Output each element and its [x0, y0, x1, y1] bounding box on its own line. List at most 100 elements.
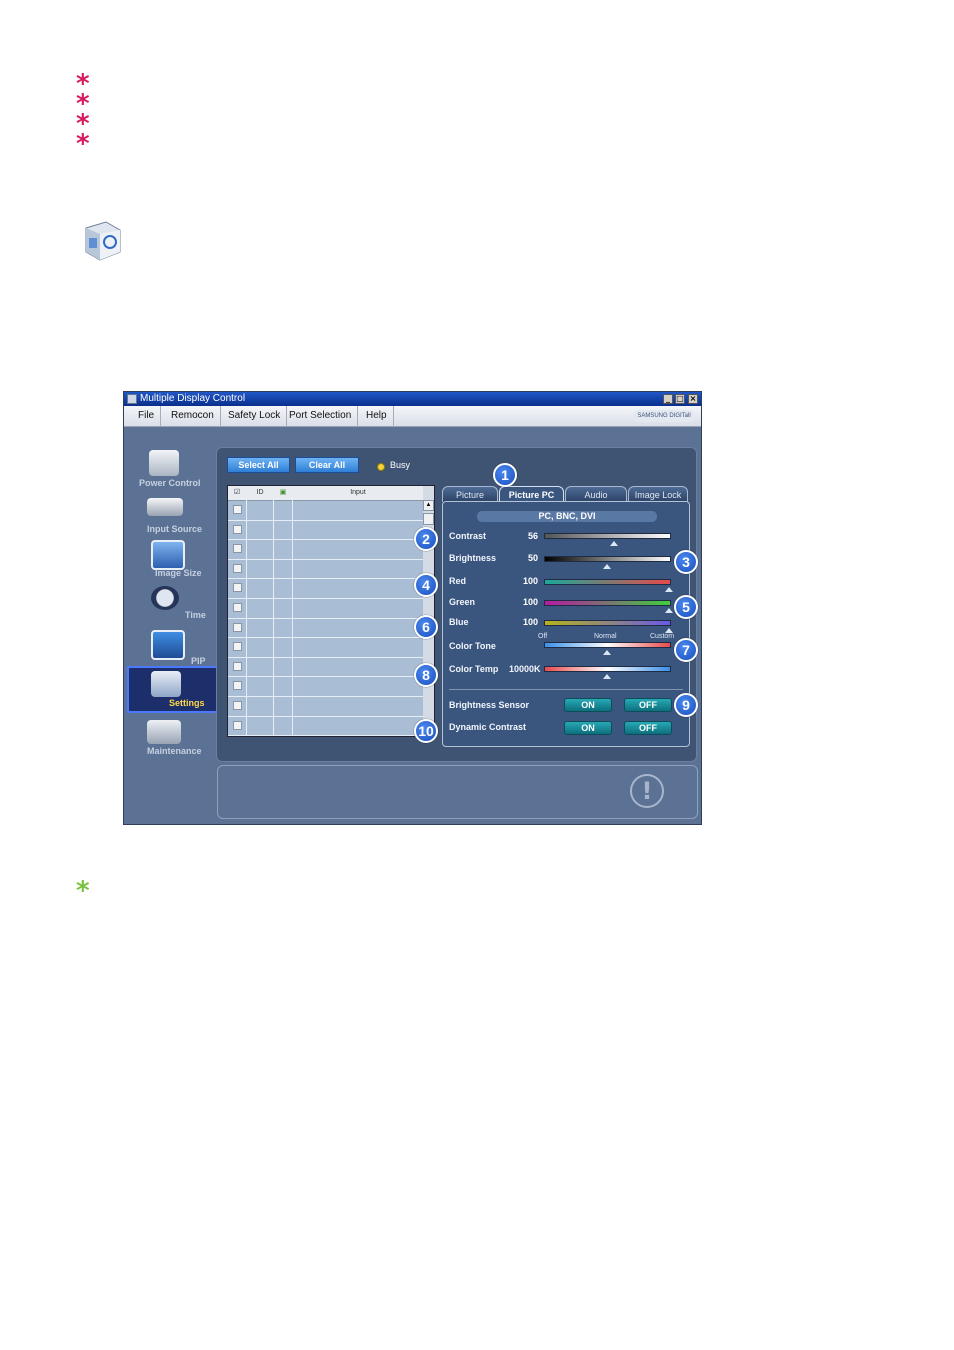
column-status-icon: ▣ [274, 486, 293, 500]
row-checkbox[interactable] [233, 583, 242, 593]
callout-1: 1 [493, 463, 517, 487]
tab-image-lock[interactable]: Image Lock [628, 486, 688, 502]
brightness-value: 50 [527, 553, 538, 563]
color-temp-label: Color Temp [449, 664, 499, 674]
brightness-sensor-off-button[interactable]: OFF [624, 698, 672, 712]
row-checkbox[interactable] [233, 563, 242, 573]
brightness-sensor-on-button[interactable]: ON [564, 698, 612, 712]
table-row[interactable] [228, 657, 423, 678]
display-grid: ☑ ID ▣ Input ▲ [227, 485, 435, 737]
blue-label: Blue [449, 617, 469, 627]
row-checkbox[interactable] [233, 642, 242, 652]
table-row[interactable] [228, 716, 423, 737]
color-tone-slider[interactable] [544, 642, 671, 648]
pip-icon [151, 630, 185, 660]
nav-label: Power Control [139, 478, 201, 488]
red-slider-thumb[interactable] [665, 587, 673, 592]
scroll-thumb[interactable] [423, 513, 434, 525]
row-checkbox[interactable] [233, 701, 242, 710]
note-asterisk: * [76, 876, 90, 906]
menu-remocon[interactable]: Remocon [165, 406, 221, 426]
blue-slider[interactable] [544, 620, 671, 626]
nav-label: Time [185, 610, 206, 620]
table-row[interactable] [228, 500, 423, 521]
color-tone-slider-thumb[interactable] [603, 650, 611, 655]
callout-10: 10 [414, 719, 438, 743]
red-label: Red [449, 576, 467, 586]
nav-label: Settings [169, 698, 205, 708]
asterisk-bullet: * [76, 129, 90, 159]
select-all-button[interactable]: Select All [227, 457, 290, 473]
menu-port-selection[interactable]: Port Selection [283, 406, 359, 426]
tab-picture[interactable]: Picture [442, 486, 498, 502]
table-row[interactable] [228, 520, 423, 541]
contrast-slider[interactable] [544, 533, 671, 539]
image-size-icon [151, 540, 185, 570]
minimize-button[interactable]: _ [663, 394, 673, 404]
row-checkbox[interactable] [233, 661, 242, 671]
maintenance-icon [147, 720, 181, 744]
table-row[interactable] [228, 598, 423, 619]
row-checkbox[interactable] [233, 622, 242, 632]
grid-scrollbar[interactable]: ▲ [423, 486, 434, 736]
clock-icon [151, 586, 179, 610]
menu-help[interactable]: Help [360, 406, 394, 426]
table-row[interactable] [228, 637, 423, 658]
nav-power-control[interactable]: Power Control [129, 448, 217, 492]
menu-file[interactable]: File [132, 406, 162, 426]
brightness-sensor-label: Brightness Sensor [449, 700, 530, 710]
app-window: Multiple Display Control _ □ × File Remo… [123, 391, 702, 825]
menu-safety-lock[interactable]: Safety Lock [222, 406, 288, 426]
close-button[interactable]: × [688, 394, 698, 404]
callout-8: 8 [414, 663, 438, 687]
blue-value: 100 [522, 617, 538, 627]
green-slider-thumb[interactable] [665, 608, 673, 613]
select-all-checkbox[interactable]: ☑ [228, 486, 247, 500]
brightness-slider[interactable] [544, 556, 671, 562]
brightness-slider-thumb[interactable] [602, 564, 611, 569]
table-row[interactable] [228, 676, 423, 697]
table-row[interactable] [228, 618, 423, 639]
contrast-value: 56 [527, 531, 538, 541]
nav-label: Input Source [147, 524, 203, 534]
table-row[interactable] [228, 578, 423, 599]
row-checkbox[interactable] [233, 505, 242, 514]
tab-audio[interactable]: Audio [565, 486, 627, 502]
dynamic-contrast-label: Dynamic Contrast [449, 722, 527, 732]
color-temp-slider-thumb[interactable] [602, 674, 611, 679]
callout-2: 2 [414, 527, 438, 551]
menu-bar: File Remocon Safety Lock Port Selection … [124, 406, 701, 427]
column-input: Input [350, 489, 366, 496]
maximize-button[interactable]: □ [675, 394, 685, 404]
red-slider[interactable] [544, 579, 671, 585]
nav-settings[interactable]: Settings [127, 666, 219, 713]
app-icon [127, 394, 137, 404]
callout-7: 7 [674, 638, 698, 662]
tab-picture-pc[interactable]: Picture PC [499, 486, 564, 502]
row-checkbox[interactable] [233, 720, 242, 730]
nav-maintenance[interactable]: Maintenance [129, 718, 217, 762]
row-checkbox[interactable] [233, 544, 242, 554]
dynamic-contrast-off-button[interactable]: OFF [624, 721, 672, 735]
nav-time[interactable]: Time [129, 584, 217, 628]
nav-input-source[interactable]: Input Source [129, 494, 217, 538]
callout-5: 5 [674, 595, 698, 619]
contrast-slider-thumb[interactable] [610, 541, 618, 546]
settings-doc-icon [80, 220, 124, 262]
scroll-up-arrow-icon[interactable]: ▲ [423, 500, 434, 511]
nav-image-size[interactable]: Image Size [129, 538, 217, 582]
clear-all-button[interactable]: Clear All [295, 457, 359, 473]
row-checkbox[interactable] [233, 681, 242, 691]
green-value: 100 [522, 597, 538, 607]
table-row[interactable] [228, 539, 423, 560]
table-row[interactable] [228, 696, 423, 717]
table-row[interactable] [228, 559, 423, 580]
color-tone-tick-normal: Normal [594, 633, 617, 640]
green-slider[interactable] [544, 600, 671, 606]
row-checkbox[interactable] [233, 524, 242, 534]
contrast-label: Contrast [449, 531, 487, 541]
row-checkbox[interactable] [233, 603, 242, 612]
color-temp-slider[interactable] [544, 666, 671, 672]
brightness-label: Brightness [449, 553, 497, 563]
dynamic-contrast-on-button[interactable]: ON [564, 721, 612, 735]
